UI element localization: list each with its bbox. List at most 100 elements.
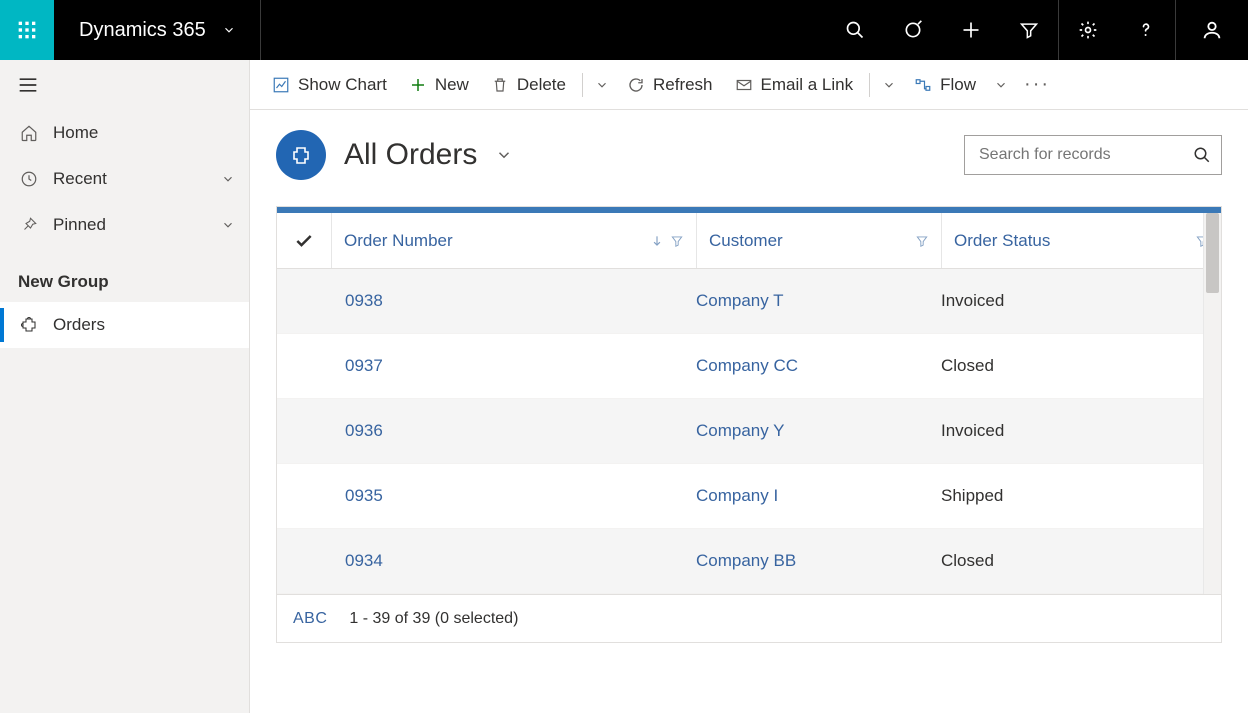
page-title: All Orders	[344, 138, 477, 172]
flow-split-button[interactable]	[988, 78, 1014, 92]
cell-customer[interactable]: Company T	[696, 291, 941, 311]
add-button[interactable]	[942, 0, 1000, 60]
flow-icon	[914, 76, 932, 94]
mail-icon	[735, 76, 753, 94]
settings-button[interactable]	[1059, 0, 1117, 60]
hamburger-icon	[18, 77, 38, 93]
chart-icon	[272, 76, 290, 94]
account-button[interactable]	[1176, 0, 1248, 60]
column-order-status[interactable]: Order Status	[941, 213, 1221, 268]
left-nav: Home Recent Pinned New Group Orde	[0, 60, 250, 713]
brand-switcher[interactable]: Dynamics 365	[55, 0, 261, 60]
search-button[interactable]	[826, 0, 884, 60]
new-label: New	[435, 75, 469, 95]
table-row[interactable]: 0937Company CCClosed	[277, 334, 1221, 399]
trash-icon	[491, 76, 509, 94]
ellipsis-icon: ···	[1024, 73, 1050, 95]
chevron-down-icon	[222, 23, 236, 37]
table-row[interactable]: 0936Company YInvoiced	[277, 399, 1221, 464]
table-row[interactable]: 0935Company IShipped	[277, 464, 1221, 529]
cell-order-number[interactable]: 0935	[331, 486, 696, 506]
column-customer[interactable]: Customer	[696, 213, 941, 268]
cell-customer[interactable]: Company BB	[696, 551, 941, 571]
grid-body: 0938Company TInvoiced0937Company CCClose…	[277, 269, 1221, 594]
more-commands-button[interactable]: ···	[1016, 73, 1058, 96]
global-header: Dynamics 365	[0, 0, 1248, 60]
main-content: Show Chart New Delete	[250, 60, 1248, 713]
nav-pinned[interactable]: Pinned	[0, 202, 249, 248]
nav-recent-label: Recent	[53, 169, 107, 189]
flow-button[interactable]: Flow	[904, 67, 986, 103]
scrollbar-thumb[interactable]	[1206, 213, 1219, 293]
paging-info: 1 - 39 of 39 (0 selected)	[349, 610, 518, 628]
sort-desc-icon	[650, 234, 664, 248]
column-label: Order Number	[344, 231, 644, 251]
cell-order-status: Closed	[941, 356, 1221, 376]
entity-badge	[276, 130, 326, 180]
orders-grid: Order Number Customer Order Status	[276, 206, 1222, 643]
nav-recent[interactable]: Recent	[0, 156, 249, 202]
table-row[interactable]: 0938Company TInvoiced	[277, 269, 1221, 334]
cell-order-number[interactable]: 0934	[331, 551, 696, 571]
puzzle-icon	[289, 143, 313, 167]
filter-icon[interactable]	[670, 234, 684, 248]
nav-orders[interactable]: Orders	[0, 302, 249, 348]
column-order-number[interactable]: Order Number	[331, 213, 696, 268]
cell-customer[interactable]: Company CC	[696, 356, 941, 376]
grid-scrollbar[interactable]	[1203, 213, 1221, 594]
email-link-button[interactable]: Email a Link	[725, 67, 864, 103]
search-input[interactable]	[979, 146, 1193, 164]
question-icon	[1136, 20, 1156, 40]
help-button[interactable]	[1117, 0, 1175, 60]
nav-home[interactable]: Home	[0, 110, 249, 156]
home-icon	[18, 124, 40, 142]
task-button[interactable]	[884, 0, 942, 60]
person-icon	[1201, 19, 1223, 41]
select-all-checkbox[interactable]	[277, 213, 331, 268]
clock-icon	[18, 170, 40, 188]
cell-customer[interactable]: Company I	[696, 486, 941, 506]
refresh-button[interactable]: Refresh	[617, 67, 723, 103]
cell-order-number[interactable]: 0937	[331, 356, 696, 376]
pin-icon	[18, 216, 40, 234]
gear-icon	[1078, 20, 1098, 40]
cell-order-number[interactable]: 0938	[331, 291, 696, 311]
page-header: All Orders	[250, 110, 1248, 196]
nav-collapse-button[interactable]	[0, 60, 249, 110]
delete-split-button[interactable]	[589, 78, 615, 92]
puzzle-icon	[18, 316, 40, 334]
jump-bar[interactable]: ABC	[293, 610, 327, 628]
delete-label: Delete	[517, 75, 566, 95]
chevron-down-icon	[221, 218, 235, 232]
flow-label: Flow	[940, 75, 976, 95]
cell-order-status: Invoiced	[941, 421, 1221, 441]
app-launcher-button[interactable]	[0, 0, 55, 60]
funnel-icon	[1019, 20, 1039, 40]
waffle-icon	[17, 20, 37, 40]
delete-button[interactable]: Delete	[481, 67, 576, 103]
chevron-down-icon	[221, 172, 235, 186]
show-chart-label: Show Chart	[298, 75, 387, 95]
email-split-button[interactable]	[876, 78, 902, 92]
refresh-label: Refresh	[653, 75, 713, 95]
new-button[interactable]: New	[399, 67, 479, 103]
plus-icon	[961, 20, 981, 40]
nav-pinned-label: Pinned	[53, 215, 106, 235]
column-label: Order Status	[954, 231, 1189, 251]
table-row[interactable]: 0934Company BBClosed	[277, 529, 1221, 594]
brand-title: Dynamics 365	[79, 19, 206, 42]
records-search[interactable]	[964, 135, 1222, 175]
filter-button[interactable]	[1000, 0, 1058, 60]
nav-home-label: Home	[53, 123, 98, 143]
cell-order-number[interactable]: 0936	[331, 421, 696, 441]
filter-icon[interactable]	[915, 234, 929, 248]
refresh-icon	[627, 76, 645, 94]
view-switcher[interactable]	[495, 146, 513, 164]
show-chart-button[interactable]: Show Chart	[262, 67, 397, 103]
search-icon	[845, 20, 865, 40]
grid-header: Order Number Customer Order Status	[277, 213, 1221, 269]
cell-customer[interactable]: Company Y	[696, 421, 941, 441]
email-link-label: Email a Link	[761, 75, 854, 95]
check-icon	[294, 231, 314, 251]
search-icon	[1193, 146, 1211, 164]
